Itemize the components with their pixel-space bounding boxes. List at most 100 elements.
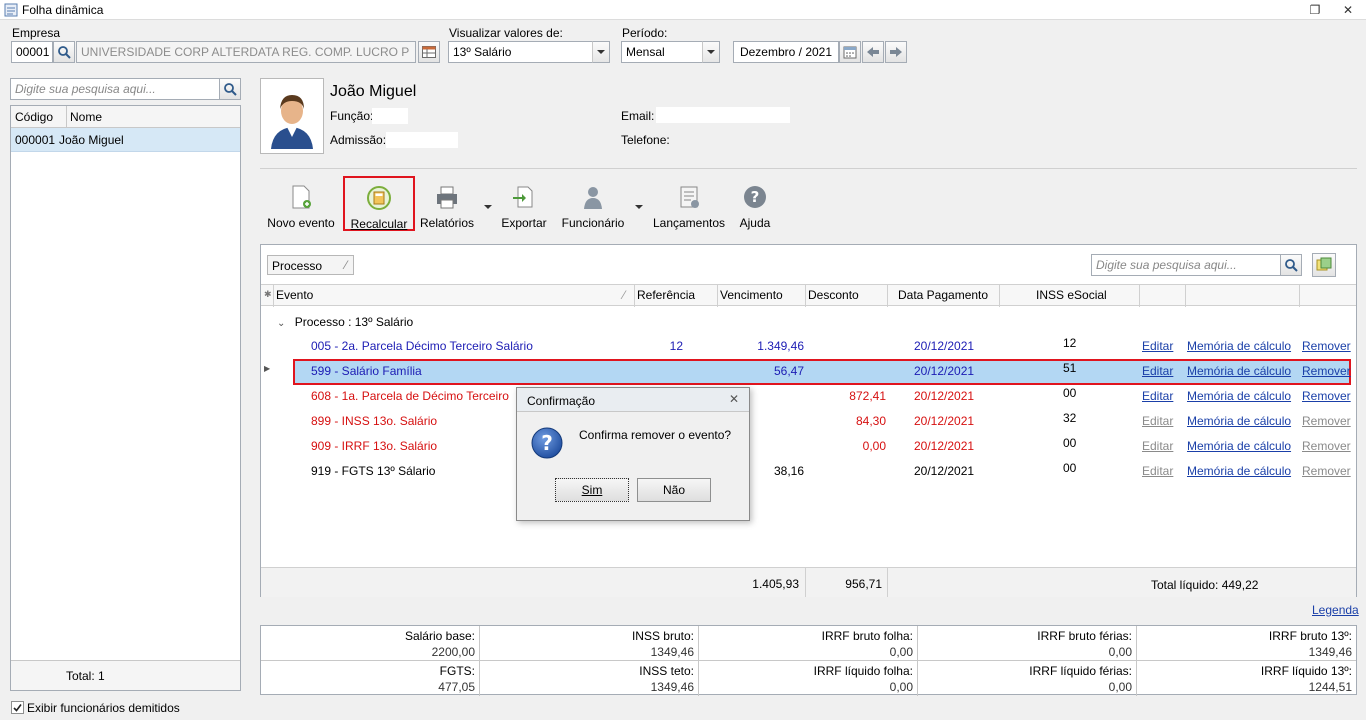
column-data-pagamento[interactable]: Data Pagamento <box>898 288 988 302</box>
summary-irrf-bruto-ferias: IRRF bruto férias: 0,00 <box>918 626 1137 661</box>
periodo-dropdown-button[interactable] <box>702 41 720 63</box>
column-referencia[interactable]: Referência <box>637 288 695 302</box>
column-codigo[interactable]: Código <box>15 110 53 124</box>
employee-search-button[interactable] <box>219 78 241 100</box>
email-label: Email: <box>621 109 655 123</box>
legenda-link[interactable]: Legenda <box>1312 603 1359 617</box>
nao-button[interactable]: Não <box>637 478 711 502</box>
visualizar-select[interactable]: 13º Salário <box>448 41 593 63</box>
previous-period-button[interactable] <box>862 41 884 63</box>
editar-link[interactable]: Editar <box>1142 414 1173 428</box>
memoria-link[interactable]: Memória de cálculo <box>1187 389 1291 403</box>
grid-search-button[interactable] <box>1280 254 1302 276</box>
arrow-right-icon <box>890 47 902 57</box>
cell-inss: 00 <box>1063 386 1077 400</box>
relatorios-dropdown-icon[interactable] <box>484 205 492 209</box>
summary-irrf-liquido-13: IRRF líquido 13º: 1244,51 <box>1260 664 1352 694</box>
summary-irrf-bruto-folha: IRRF bruto folha: 0,00 <box>699 626 918 661</box>
dialog-header: Confirmação ✕ <box>517 388 749 412</box>
table-row[interactable]: 919 - FGTS 13º Sálario 38,16 20/12/2021 … <box>261 459 1356 484</box>
novo-evento-button[interactable]: Novo evento <box>264 182 338 232</box>
window-title: Folha dinâmica <box>22 3 104 17</box>
editar-link[interactable]: Editar <box>1142 389 1173 403</box>
grid-search-input[interactable]: Digite sua pesquisa aqui... <box>1091 254 1281 276</box>
user-avatar-icon <box>271 95 313 149</box>
employee-row[interactable]: 000001 João Miguel <box>11 128 240 152</box>
grid-options-button[interactable] <box>1312 253 1336 277</box>
remover-link[interactable]: Remover <box>1302 439 1351 453</box>
table-row[interactable]: 005 - 2a. Parcela Décimo Terceiro Salári… <box>261 334 1356 359</box>
empresa-search-button[interactable] <box>53 41 75 63</box>
sim-button[interactable]: Sim <box>555 478 629 502</box>
relatorios-button[interactable]: Relatórios <box>418 182 476 232</box>
remover-link[interactable]: Remover <box>1302 464 1351 478</box>
cell-evento: 909 - IRRF 13o. Salário <box>311 439 438 453</box>
recalcular-button[interactable]: Recalcular <box>343 176 415 231</box>
cell-desconto: 872,41 <box>849 389 886 403</box>
column-nome[interactable]: Nome <box>70 110 102 124</box>
grid-header: ✱ Evento ⁄ Referência Vencimento Descont… <box>261 284 1356 307</box>
column-inss-esocial[interactable]: INSS eSocial <box>1036 288 1107 302</box>
summary-inss-teto: INSS teto: 1349,46 <box>480 661 699 696</box>
column-vencimento[interactable]: Vencimento <box>720 288 783 302</box>
employee-search-input[interactable]: Digite sua pesquisa aqui... <box>10 78 220 100</box>
column-desconto[interactable]: Desconto <box>808 288 859 302</box>
new-document-icon <box>288 184 314 210</box>
admissao-label: Admissão: <box>330 133 387 147</box>
periodo-date-field[interactable]: Dezembro / 2021 <box>733 41 839 63</box>
cell-data: 20/12/2021 <box>914 389 975 403</box>
memoria-link[interactable]: Memória de cálculo <box>1187 364 1291 378</box>
memoria-link[interactable]: Memória de cálculo <box>1187 339 1291 353</box>
restore-icon[interactable]: ❐ <box>1307 2 1323 18</box>
table-row[interactable]: 909 - IRRF 13o. Salário 0,00 20/12/2021 … <box>261 434 1356 459</box>
ajuda-label: Ajuda <box>739 216 771 230</box>
editar-link[interactable]: Editar <box>1142 364 1173 378</box>
visualizar-dropdown-button[interactable] <box>592 41 610 63</box>
sim-label: Sim <box>581 483 603 497</box>
table-row-selected[interactable]: ▶ 599 - Salário Família 56,47 20/12/2021… <box>261 359 1356 385</box>
table-row[interactable]: 899 - INSS 13o. Salário 84,30 20/12/2021… <box>261 409 1356 434</box>
cell-evento: 608 - 1a. Parcela de Décimo Terceiro <box>311 389 509 403</box>
funcionario-dropdown-icon[interactable] <box>635 205 643 209</box>
group-by-chip[interactable]: Processo ⁄ <box>267 255 354 275</box>
editar-link[interactable]: Editar <box>1142 439 1173 453</box>
editar-link[interactable]: Editar <box>1142 464 1173 478</box>
editar-link[interactable]: Editar <box>1142 339 1173 353</box>
exportar-button[interactable]: Exportar <box>498 182 550 232</box>
remover-link[interactable]: Remover <box>1302 339 1351 353</box>
periodo-select[interactable]: Mensal <box>621 41 703 63</box>
group-row[interactable]: ⌄ Processo : 13º Salário <box>277 315 413 329</box>
cell-inss: 12 <box>1063 336 1077 350</box>
summary-irrf-liquido-folha: IRRF líquido folha: 0,00 <box>699 661 918 696</box>
next-period-button[interactable] <box>885 41 907 63</box>
show-dismissed-checkbox[interactable] <box>11 701 24 714</box>
empresa-label: Empresa <box>12 26 61 40</box>
cell-data: 20/12/2021 <box>914 364 975 378</box>
grid-totals: 1.405,93 956,71 Total líquido: 449,22 <box>261 567 1356 597</box>
cell-vencimento: 56,47 <box>773 364 804 378</box>
memoria-link[interactable]: Memória de cálculo <box>1187 414 1291 428</box>
summary-irrf-liquido-ferias: IRRF líquido férias: 0,00 <box>918 661 1137 696</box>
remover-link[interactable]: Remover <box>1302 414 1351 428</box>
ajuda-button[interactable]: ? Ajuda <box>735 182 775 232</box>
funcionario-button[interactable]: Funcionário <box>557 182 629 232</box>
close-icon[interactable]: ✕ <box>729 392 739 406</box>
memoria-link[interactable]: Memória de cálculo <box>1187 464 1291 478</box>
svg-text:?: ? <box>541 431 553 455</box>
cell-evento: 599 - Salário Família <box>311 364 422 378</box>
remover-link[interactable]: Remover <box>1302 389 1351 403</box>
lancamentos-button[interactable]: Lançamentos <box>650 182 728 232</box>
memoria-link[interactable]: Memória de cálculo <box>1187 439 1291 453</box>
column-evento[interactable]: Evento <box>276 288 313 302</box>
remover-link[interactable]: Remover <box>1302 364 1351 378</box>
calendar-icon <box>843 46 857 59</box>
close-icon[interactable]: ✕ <box>1340 2 1356 18</box>
table-icon <box>422 46 436 58</box>
empresa-detail-button[interactable] <box>418 41 440 63</box>
empresa-code-field[interactable]: 00001 <box>11 41 53 63</box>
cell-inss: 32 <box>1063 411 1077 425</box>
funcao-label: Função: <box>330 109 374 123</box>
table-row[interactable]: 608 - 1a. Parcela de Décimo Terceiro 872… <box>261 384 1356 409</box>
calendar-button[interactable] <box>839 41 861 63</box>
total-count: Total: 1 <box>66 669 105 683</box>
